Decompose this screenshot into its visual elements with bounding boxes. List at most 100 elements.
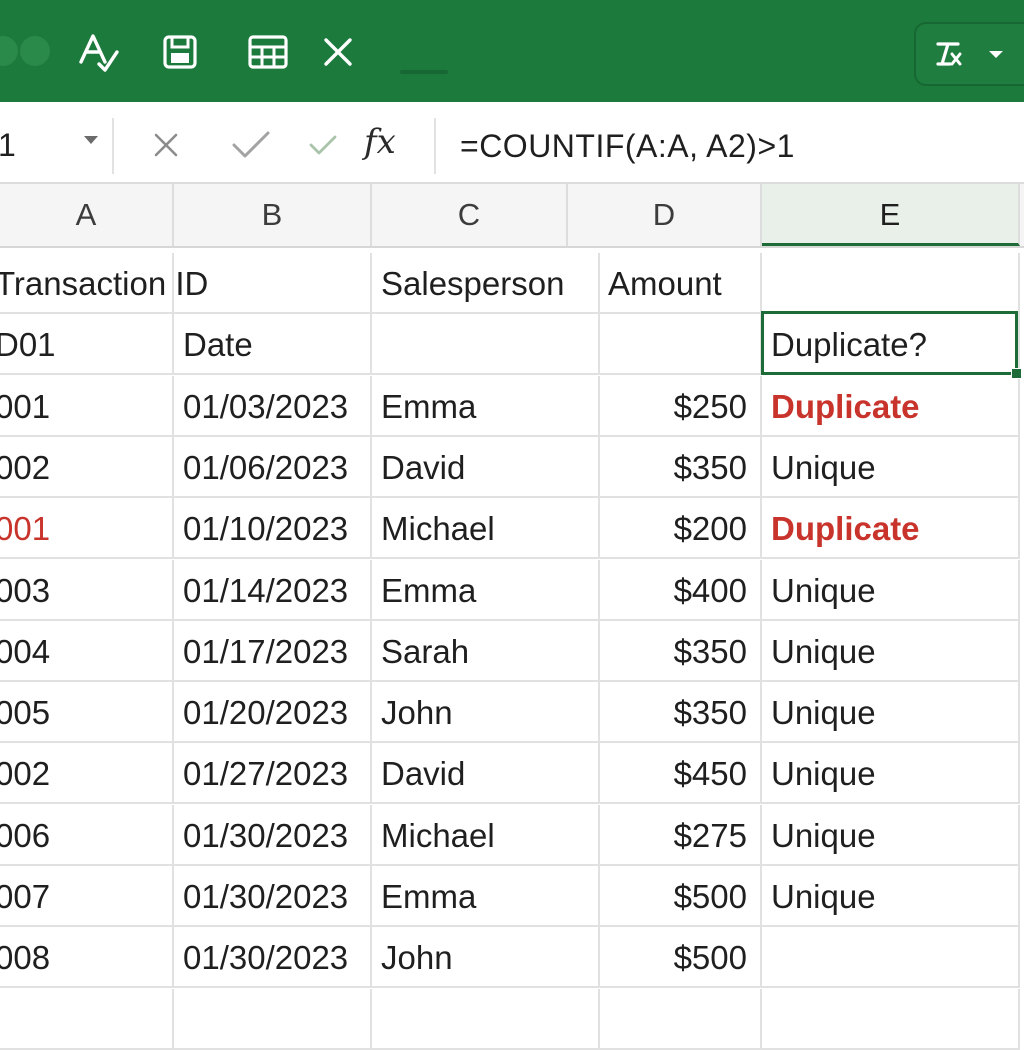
cell-e[interactable] bbox=[762, 988, 1020, 1050]
column-header-c[interactable]: C bbox=[372, 184, 568, 246]
cell-b[interactable]: 01/30/2023 bbox=[174, 927, 372, 989]
cell-c[interactable]: David bbox=[372, 743, 600, 805]
cell-b[interactable]: 01/14/2023 bbox=[174, 559, 372, 621]
cell-b[interactable]: 01/30/2023 bbox=[174, 804, 372, 866]
name-box-dropdown-icon[interactable] bbox=[84, 136, 98, 144]
column-header-a[interactable]: A bbox=[0, 184, 174, 246]
cell-d[interactable]: $200 bbox=[600, 498, 762, 560]
cell-e[interactable]: Unique bbox=[762, 436, 1020, 498]
cell-d[interactable]: $350 bbox=[600, 436, 762, 498]
enter-checkmark-icon[interactable] bbox=[228, 120, 274, 170]
cell-c[interactable]: David bbox=[372, 436, 600, 498]
cell-d[interactable]: $275 bbox=[600, 804, 762, 866]
cell-a[interactable]: 007 bbox=[0, 866, 174, 927]
cell-c[interactable]: Salesperson bbox=[372, 253, 600, 314]
window-control-dot[interactable] bbox=[20, 36, 50, 66]
cell-a[interactable]: D01 bbox=[0, 314, 174, 376]
cell-e[interactable] bbox=[762, 927, 1020, 989]
cell-b[interactable]: 01/27/2023 bbox=[174, 743, 372, 805]
save-icon[interactable] bbox=[158, 30, 202, 74]
quick-access-divider bbox=[400, 70, 448, 74]
cell-e[interactable] bbox=[762, 253, 1020, 314]
column-header-d[interactable]: D bbox=[568, 184, 762, 246]
table-icon[interactable] bbox=[246, 30, 290, 74]
column-header-e[interactable]: E bbox=[762, 184, 1020, 246]
insert-function-button[interactable]: fx bbox=[364, 122, 396, 162]
cell-a[interactable]: 005 bbox=[0, 682, 174, 744]
cell-b[interactable]: 01/30/2023 bbox=[174, 866, 372, 927]
cell-e[interactable]: Unique bbox=[762, 559, 1020, 621]
cell-e[interactable]: Duplicate? bbox=[762, 314, 1020, 376]
cell-d[interactable] bbox=[600, 988, 762, 1050]
cell-b[interactable]: 01/03/2023 bbox=[174, 375, 372, 437]
cell-d[interactable]: $500 bbox=[600, 866, 762, 927]
cell-e[interactable]: Unique bbox=[762, 682, 1020, 744]
cell-d[interactable] bbox=[600, 314, 762, 376]
cell-b[interactable]: 01/06/2023 bbox=[174, 436, 372, 498]
cell-c[interactable]: Sarah bbox=[372, 620, 600, 682]
cell-b[interactable] bbox=[174, 988, 372, 1050]
cell-b[interactable]: 01/20/2023 bbox=[174, 682, 372, 744]
table-row: 001 01/10/2023 Michael $200 Duplicate bbox=[0, 498, 1024, 560]
table-row: 003 01/14/2023 Emma $400 Unique bbox=[0, 559, 1024, 621]
window-control-dot[interactable] bbox=[0, 36, 18, 66]
dropdown-caret-icon[interactable] bbox=[974, 32, 1018, 76]
cell-d[interactable]: $250 bbox=[600, 375, 762, 437]
cell-c[interactable]: John bbox=[372, 927, 600, 989]
cell-a[interactable]: 003 bbox=[0, 559, 174, 621]
clear-format-icon[interactable] bbox=[926, 32, 970, 76]
cell-a[interactable]: 008 bbox=[0, 927, 174, 989]
cell-c[interactable] bbox=[372, 988, 600, 1050]
cell-b[interactable] bbox=[174, 253, 372, 314]
cell-b[interactable]: 01/17/2023 bbox=[174, 620, 372, 682]
close-icon[interactable] bbox=[316, 30, 360, 74]
cell-e[interactable]: Unique bbox=[762, 804, 1020, 866]
column-header-b[interactable]: B bbox=[174, 184, 372, 246]
cell-a[interactable]: 001 bbox=[0, 375, 174, 437]
cell-c[interactable] bbox=[372, 314, 600, 376]
cell-a[interactable]: 006 bbox=[0, 804, 174, 866]
cell-a[interactable] bbox=[0, 988, 174, 1050]
spelling-icon[interactable] bbox=[76, 30, 120, 74]
cell-d[interactable]: $350 bbox=[600, 620, 762, 682]
table-row: 002 01/27/2023 David $450 Unique bbox=[0, 743, 1024, 805]
table-row bbox=[0, 988, 1024, 1050]
fill-handle[interactable] bbox=[1011, 368, 1022, 379]
cell-e[interactable]: Duplicate bbox=[762, 375, 1020, 437]
cell-e[interactable]: Unique bbox=[762, 620, 1020, 682]
cell-c[interactable]: Michael bbox=[372, 804, 600, 866]
cell-d[interactable]: $500 bbox=[600, 927, 762, 989]
small-checkmark-icon[interactable] bbox=[306, 120, 340, 170]
divider bbox=[434, 118, 436, 174]
cell-a[interactable]: 001 bbox=[0, 498, 174, 560]
cell-a[interactable]: 002 bbox=[0, 436, 174, 498]
cell-d[interactable]: Amount bbox=[600, 253, 762, 314]
cell-d[interactable]: $350 bbox=[600, 682, 762, 744]
cancel-icon[interactable] bbox=[148, 120, 184, 170]
cell-e[interactable]: Unique bbox=[762, 866, 1020, 927]
cell-e[interactable]: Duplicate bbox=[762, 498, 1020, 560]
table-row: 008 01/30/2023 John $500 bbox=[0, 927, 1024, 989]
formula-input[interactable]: =COUNTIF(A:A, A2)>1 bbox=[460, 122, 795, 170]
cell-a[interactable]: 002 bbox=[0, 743, 174, 805]
table-row: 002 01/06/2023 David $350 Unique bbox=[0, 436, 1024, 498]
cell-c[interactable]: Emma bbox=[372, 866, 600, 927]
table-row: 005 01/20/2023 John $350 Unique bbox=[0, 682, 1024, 744]
ribbon-right-group bbox=[914, 22, 1024, 86]
table-row: 006 01/30/2023 Michael $275 Unique bbox=[0, 804, 1024, 866]
name-box[interactable]: 1 bbox=[0, 118, 108, 172]
table-row: 001 01/03/2023 Emma $250 Duplicate bbox=[0, 375, 1024, 437]
cell-c[interactable]: Michael bbox=[372, 498, 600, 560]
table-row: D01 Date Duplicate? bbox=[0, 314, 1024, 376]
cell-c[interactable]: Emma bbox=[372, 559, 600, 621]
cell-d[interactable]: $450 bbox=[600, 743, 762, 805]
cell-b[interactable]: 01/10/2023 bbox=[174, 498, 372, 560]
column-header-row: A B C D E bbox=[0, 184, 1024, 248]
cell-c[interactable]: John bbox=[372, 682, 600, 744]
cell-b[interactable]: Date bbox=[174, 314, 372, 376]
cell-d[interactable]: $400 bbox=[600, 559, 762, 621]
cell-c[interactable]: Emma bbox=[372, 375, 600, 437]
cell-a[interactable]: Transaction ID bbox=[0, 253, 208, 314]
cell-e[interactable]: Unique bbox=[762, 743, 1020, 805]
cell-a[interactable]: 004 bbox=[0, 620, 174, 682]
